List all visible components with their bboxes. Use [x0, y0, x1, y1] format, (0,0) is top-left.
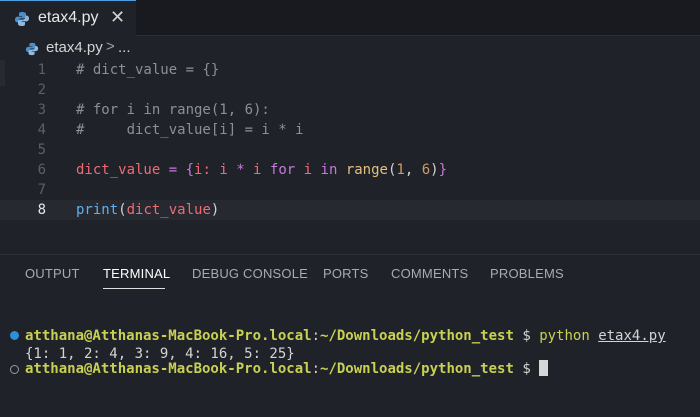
terminal-command-file-link[interactable]: etax4.py — [598, 328, 665, 344]
token-identifier: i: i — [194, 162, 237, 178]
token-operator: = — [160, 162, 186, 178]
terminal-prompt: $ — [513, 361, 540, 377]
token-keyword: for — [269, 162, 296, 178]
code-line-4: # dict_value[i] = i * i — [76, 122, 304, 138]
editor-tab-etax4[interactable]: etax4.py ✕ — [0, 0, 136, 36]
tab-label: etax4.py — [38, 9, 99, 26]
line-number: 2 — [37, 82, 46, 98]
command-success-dot-icon[interactable] — [10, 331, 19, 340]
line-number: 7 — [37, 182, 46, 198]
tab-ports[interactable]: PORTS — [323, 266, 369, 281]
terminal-command-line: atthana@Atthanas-MacBook-Pro.local:~/Dow… — [25, 327, 666, 345]
tab-output[interactable]: OUTPUT — [25, 266, 80, 281]
token-identifier: i — [295, 162, 321, 178]
token-paren: ) — [430, 162, 439, 178]
command-pending-dot-icon[interactable] — [10, 365, 19, 374]
terminal-user-host: atthana@Atthanas-MacBook-Pro.local — [25, 328, 312, 344]
terminal-path: ~/Downloads/python_test — [320, 328, 514, 344]
terminal-command: python — [539, 328, 599, 344]
token-brace: { — [185, 162, 195, 178]
terminal-user-host: atthana@Atthanas-MacBook-Pro.local — [25, 361, 312, 377]
tab-debug-console[interactable]: DEBUG CONSOLE — [192, 266, 308, 281]
token-number: 6 — [421, 162, 431, 178]
code-line-8: print(dict_value) — [76, 200, 219, 220]
breadcrumb — [0, 36, 700, 60]
token-identifier: i — [244, 162, 270, 178]
tab-comments[interactable]: COMMENTS — [391, 266, 468, 281]
line-number: 6 — [37, 162, 46, 178]
token-number: 1 — [396, 162, 405, 178]
token-variable: dict_value — [76, 162, 161, 178]
line-number: 3 — [37, 102, 46, 118]
breadcrumb-file[interactable]: etax4.py — [46, 39, 103, 56]
breadcrumb-more[interactable]: ... — [118, 39, 131, 56]
terminal-colon: : — [311, 361, 321, 377]
token-function: print — [76, 202, 119, 218]
line-number-active: 8 — [37, 202, 46, 218]
token-comma: , — [404, 162, 422, 178]
token-paren: ( — [118, 202, 127, 218]
terminal-prompt: $ — [513, 328, 540, 344]
code-line-3: # for i in range(1, 6): — [76, 102, 270, 118]
terminal-path: ~/Downloads/python_test — [320, 361, 514, 377]
tab-terminal[interactable]: TERMINAL — [103, 266, 170, 281]
line-number: 4 — [37, 122, 46, 138]
token-builtin: range — [345, 162, 388, 178]
token-variable: dict_value — [126, 202, 211, 218]
terminal-prompt-line: atthana@Atthanas-MacBook-Pro.local:~/Dow… — [25, 360, 549, 378]
line-number: 1 — [37, 62, 46, 78]
active-tab-underline — [103, 288, 165, 289]
token-brace: } — [438, 162, 448, 178]
terminal-cursor — [539, 360, 549, 376]
token-paren: ) — [210, 202, 220, 218]
breadcrumb-separator: > — [106, 38, 115, 55]
terminal-colon: : — [311, 328, 321, 344]
tab-problems[interactable]: PROBLEMS — [490, 266, 564, 281]
close-icon[interactable]: ✕ — [110, 7, 125, 27]
editor-tab-bar: etax4.py ✕ — [0, 0, 700, 36]
python-file-icon — [14, 11, 30, 31]
code-line-6: dict_value = {i: i * i for i in range(1,… — [76, 160, 447, 180]
token-keyword: in — [320, 162, 338, 178]
python-file-icon — [25, 41, 39, 60]
line-number: 5 — [37, 142, 46, 158]
token-operator: * — [236, 162, 245, 178]
code-line-1: # dict_value = {} — [76, 62, 220, 78]
